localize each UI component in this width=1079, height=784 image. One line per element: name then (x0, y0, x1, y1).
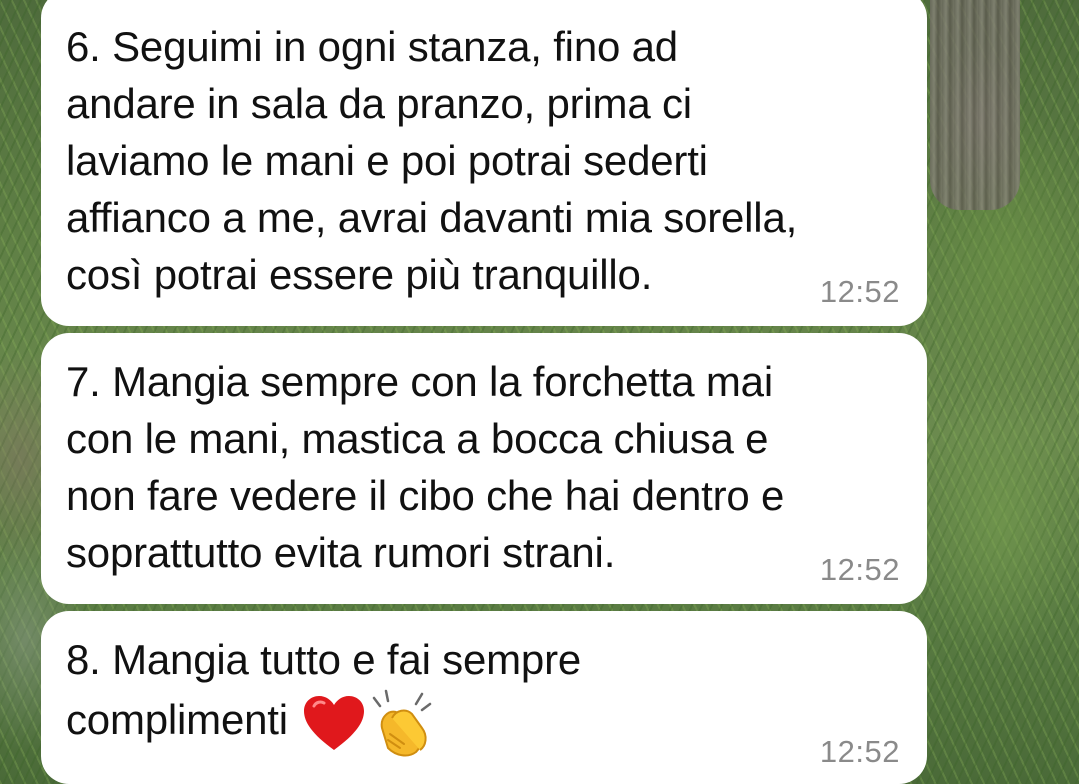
message-text: 7. Mangia sempre con la forchetta mai co… (66, 358, 785, 576)
message-timestamp: 12:52 (819, 274, 900, 309)
red-heart-icon (302, 694, 364, 750)
clapping-hands-icon (366, 688, 436, 758)
chat-message-list[interactable]: 6. Seguimi in ogni stanza, fino ad andar… (0, 0, 1079, 784)
message-text: 8. Mangia tutto e fai sempre complimenti (66, 631, 806, 758)
message-bubble[interactable]: 7. Mangia sempre con la forchetta mai co… (41, 333, 927, 604)
message-timestamp: 12:52 (819, 552, 900, 587)
message-bubble[interactable]: 6. Seguimi in ogni stanza, fino ad andar… (41, 0, 927, 326)
message-text: 6. Seguimi in ogni stanza, fino ad andar… (66, 23, 798, 298)
message-bubble[interactable]: 8. Mangia tutto e fai sempre complimenti… (41, 611, 927, 784)
message-timestamp: 12:52 (819, 734, 900, 769)
